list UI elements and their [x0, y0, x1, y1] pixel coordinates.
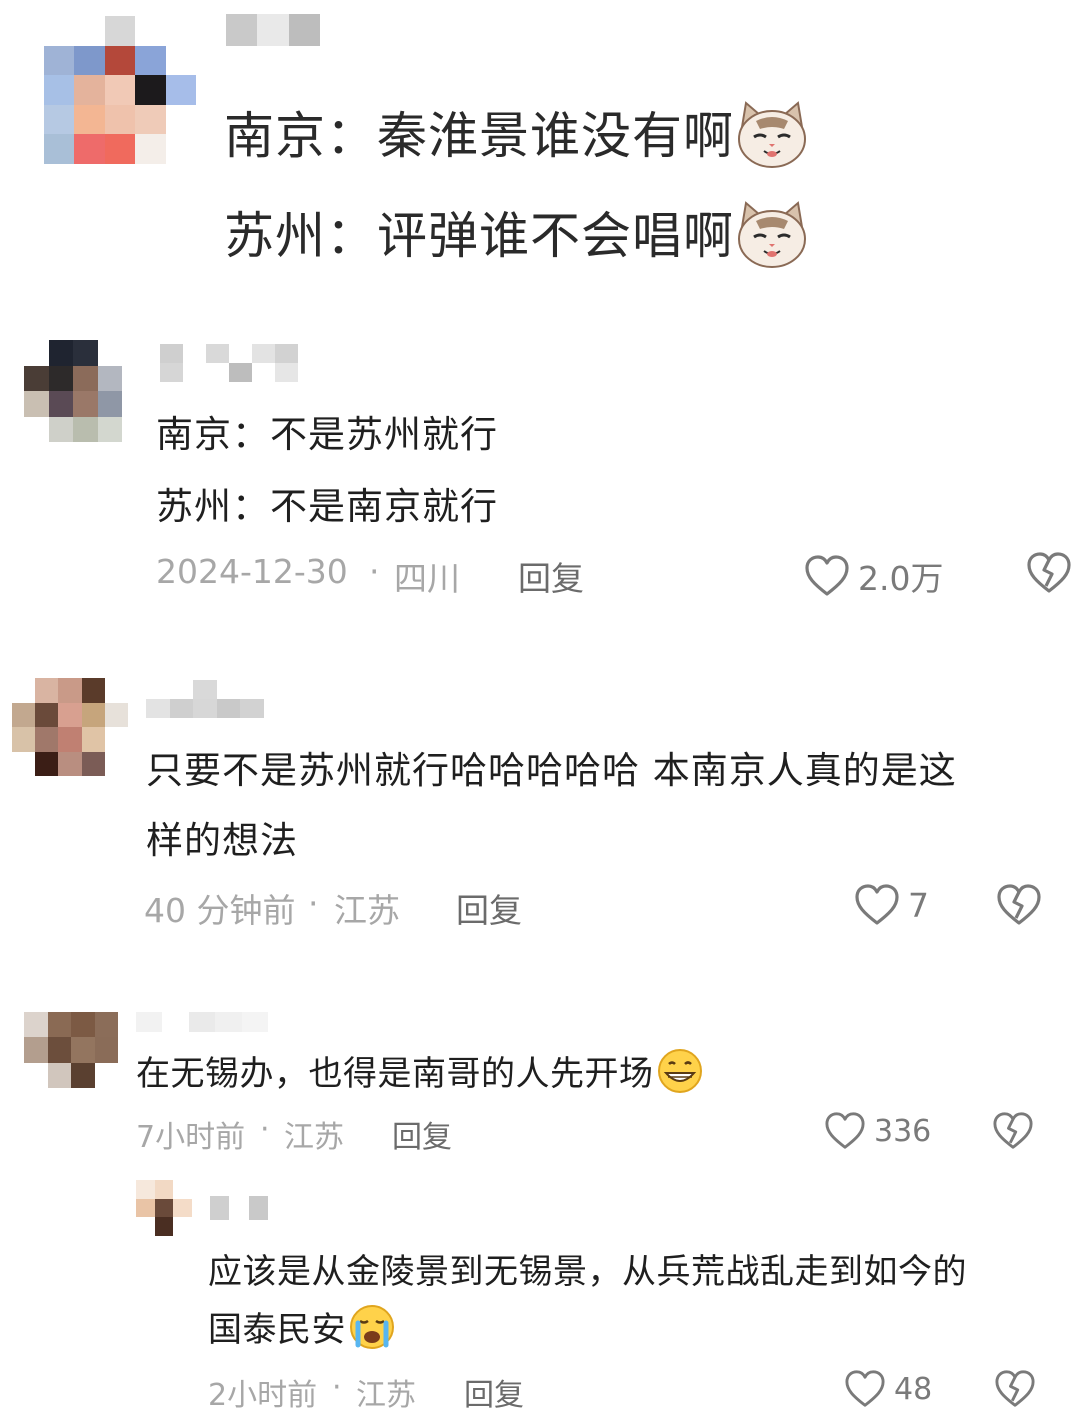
comment-text-line: 南京：不是苏州就行: [156, 413, 498, 456]
meta-separator: ·: [369, 552, 380, 591]
like-count: 2.0万: [858, 559, 944, 598]
comment-avatar[interactable]: [12, 678, 128, 776]
comment-avatar[interactable]: [24, 340, 122, 442]
post-line: 南京：秦淮景谁没有啊: [224, 96, 810, 181]
heart-icon: [825, 1112, 865, 1149]
comment-text-line: 在无锡办，也得是南哥的人先开场: [136, 1046, 706, 1104]
comment-time: 7小时前: [136, 1120, 246, 1155]
comment-time: 2024-12-30: [156, 552, 348, 591]
comment-username-blurred[interactable]: [136, 1012, 268, 1032]
like-button[interactable]: 48: [844, 1370, 932, 1408]
reply-button[interactable]: 回复: [456, 884, 522, 932]
comment-avatar[interactable]: [24, 1012, 118, 1088]
comment-location: 江苏: [356, 1378, 416, 1413]
post-avatar[interactable]: [44, 16, 196, 164]
reply-username-blurred[interactable]: [210, 1196, 268, 1220]
comment-location: 江苏: [334, 891, 400, 930]
like-button[interactable]: 336: [824, 1112, 931, 1150]
dislike-icon[interactable]: [1026, 552, 1072, 594]
comment-location: 四川: [394, 559, 460, 598]
reply-meta: 2小时前 · 江苏 回复 48: [208, 1370, 1068, 1414]
post-line: 苏州：评弹谁不会唱啊: [224, 196, 810, 281]
comment-meta: 2024-12-30 · 四川 回复 2.0万: [156, 552, 1071, 600]
comment-username-blurred[interactable]: [160, 344, 298, 382]
comment-time: 40 分钟前: [144, 891, 296, 930]
like-button[interactable]: 7: [854, 884, 929, 926]
meta-separator: ·: [308, 884, 319, 923]
heart-icon: [845, 1370, 885, 1407]
cat-smirk-icon: [734, 199, 810, 281]
comment-text-line: 只要不是苏州就行哈哈哈哈哈 本南京人真的是这: [146, 749, 957, 792]
comment-location: 江苏: [284, 1120, 344, 1155]
meta-separator: ·: [332, 1370, 342, 1405]
comment-body: 只要不是苏州就行哈哈哈哈哈 本南京人真的是这 样的想法: [146, 740, 1066, 880]
comment-meta: 40 分钟前 · 江苏 回复 7: [144, 884, 1064, 930]
reply-text-line: 应该是从金陵景到无锡景，从兵荒战乱走到如今的: [208, 1252, 967, 1292]
reply-button[interactable]: 回复: [518, 552, 584, 600]
reply-avatar[interactable]: [136, 1180, 192, 1236]
comment-body: 南京：不是苏州就行 苏州：不是南京就行: [156, 404, 956, 544]
crying-face-icon: [346, 1303, 398, 1360]
dislike-icon[interactable]: [994, 1370, 1036, 1408]
reply-text-line: 国泰民安: [208, 1302, 398, 1360]
like-count: 7: [908, 885, 929, 925]
comment-meta: 7小时前 · 江苏 回复 336: [136, 1112, 1056, 1156]
heart-icon: [855, 884, 899, 925]
like-button[interactable]: 2.0万: [804, 552, 943, 600]
like-count: 48: [894, 1371, 933, 1407]
comment-text-line: 样的想法: [146, 819, 298, 862]
post-username-blurred[interactable]: [226, 14, 320, 46]
heart-icon: [805, 555, 849, 596]
dislike-icon[interactable]: [996, 884, 1042, 926]
cat-smirk-icon: [734, 99, 810, 181]
comment-text-line: 苏州：不是南京就行: [156, 485, 498, 528]
reply-button[interactable]: 回复: [392, 1112, 452, 1156]
like-count: 336: [874, 1113, 932, 1149]
comment-username-blurred[interactable]: [146, 680, 264, 718]
dislike-icon[interactable]: [992, 1112, 1034, 1150]
grin-face-icon: [654, 1047, 706, 1104]
reply-button[interactable]: 回复: [464, 1370, 524, 1414]
comment-body: 在无锡办，也得是南哥的人先开场: [136, 1046, 1036, 1106]
meta-separator: ·: [260, 1112, 270, 1147]
comment-time: 2小时前: [208, 1378, 318, 1413]
reply-body: 应该是从金陵景到无锡景，从兵荒战乱走到如今的 国泰民安: [208, 1244, 1068, 1364]
post-body: 南京：秦淮景谁没有啊 苏州：评弹谁不会唱啊: [224, 96, 1024, 276]
